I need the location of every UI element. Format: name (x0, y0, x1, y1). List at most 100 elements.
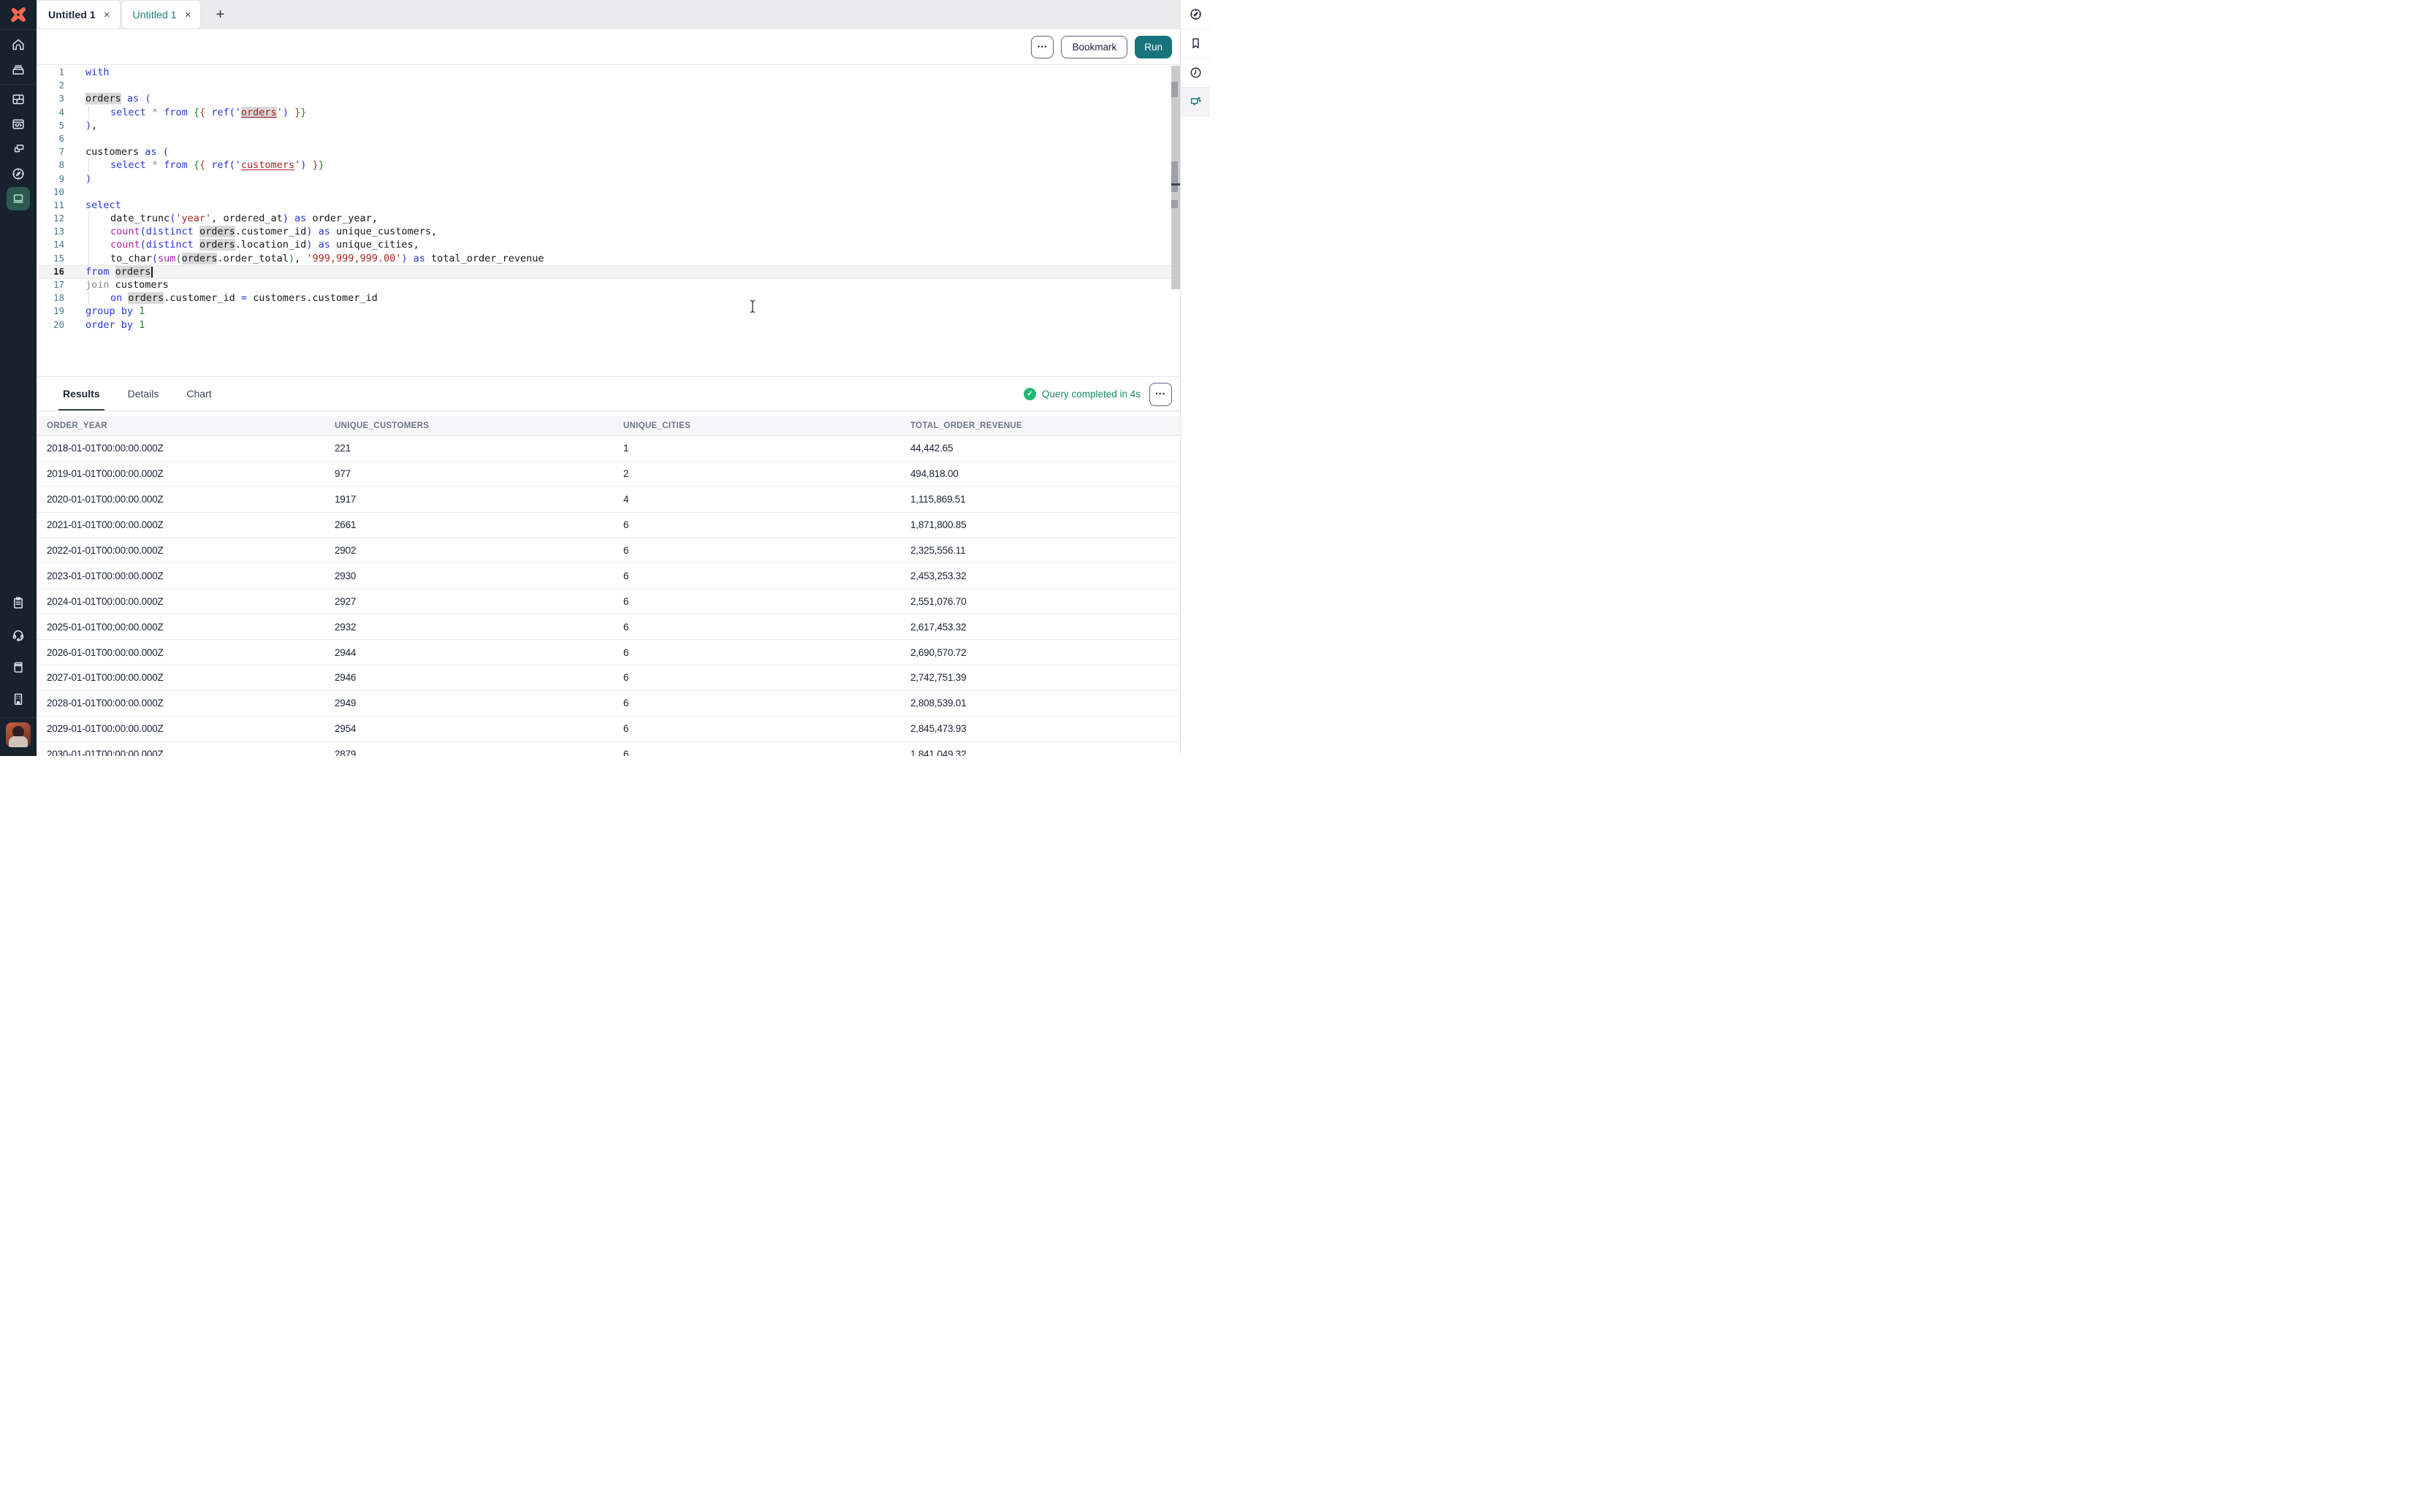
sql-editor[interactable]: 1234567891011121314151617181920 withorde… (37, 64, 1180, 376)
code-line-14[interactable]: count(distinct orders.location_id) as un… (85, 238, 1165, 251)
code-line-17[interactable]: join customers (85, 278, 1165, 291)
table-cell[interactable]: 2879 (324, 749, 613, 756)
code-line-15[interactable]: to_char(sum(orders.order_total), '999,99… (85, 252, 1165, 265)
results-more-button[interactable]: ••• (1149, 383, 1172, 406)
code-line-3[interactable]: orders as ( (85, 92, 1165, 105)
table-cell[interactable]: 221 (324, 443, 613, 454)
table-cell[interactable]: 2029-01-01T00:00:00.000Z (37, 723, 324, 734)
table-cell[interactable]: 1 (613, 443, 900, 454)
sidebar-item-projects[interactable] (0, 57, 37, 82)
table-cell[interactable]: 1,841,049.32 (900, 749, 1180, 756)
code-lines[interactable]: withorders as (select * from {{ ref('ord… (85, 66, 1165, 332)
sidebar-item-apps[interactable] (0, 87, 37, 112)
right-rail-item-bookmark[interactable] (1181, 29, 1210, 58)
tab-untitled-2[interactable]: Untitled 1 × (121, 0, 202, 29)
table-row[interactable]: 2022-01-01T00:00:00.000Z290262,325,556.1… (37, 538, 1180, 564)
code-line-11[interactable]: select (85, 199, 1165, 212)
table-cell[interactable]: 2020-01-01T00:00:00.000Z (37, 494, 324, 505)
right-rail-item-history-clock[interactable] (1181, 58, 1210, 88)
table-cell[interactable]: 2 (613, 468, 900, 479)
table-row[interactable]: 2026-01-01T00:00:00.000Z294462,690,570.7… (37, 640, 1180, 665)
table-cell[interactable]: 2946 (324, 672, 613, 683)
table-cell[interactable]: 6 (613, 698, 900, 709)
table-cell[interactable]: 1,871,800.85 (900, 519, 1180, 530)
sidebar-item-compass[interactable] (0, 161, 37, 186)
table-cell[interactable]: 4 (613, 494, 900, 505)
code-line-7[interactable]: customers as ( (85, 145, 1165, 159)
right-rail-item-compass[interactable] (1181, 0, 1210, 29)
table-cell[interactable]: 2,453,253.32 (900, 570, 1180, 581)
table-cell[interactable]: 2026-01-01T00:00:00.000Z (37, 647, 324, 658)
user-avatar[interactable] (6, 722, 31, 747)
table-cell[interactable]: 2,551,076.70 (900, 596, 1180, 607)
sidebar-item-windows[interactable] (0, 137, 37, 161)
table-cell[interactable]: 2028-01-01T00:00:00.000Z (37, 698, 324, 709)
run-button[interactable]: Run (1135, 36, 1172, 58)
table-cell[interactable]: 2944 (324, 647, 613, 658)
table-cell[interactable]: 2021-01-01T00:00:00.000Z (37, 519, 324, 530)
scrollbar-thumb[interactable] (1171, 82, 1178, 97)
code-line-10[interactable] (85, 186, 1165, 199)
code-line-16[interactable]: from orders (85, 265, 1165, 278)
close-icon[interactable]: × (102, 8, 112, 22)
column-header[interactable]: UNIQUE_CUSTOMERS (324, 421, 613, 430)
table-row[interactable]: 2027-01-01T00:00:00.000Z294662,742,751.3… (37, 665, 1180, 691)
table-cell[interactable]: 6 (613, 672, 900, 683)
code-line-18[interactable]: on orders.customer_id = customers.custom… (85, 291, 1165, 305)
table-row[interactable]: 2029-01-01T00:00:00.000Z295462,845,473.9… (37, 717, 1180, 742)
table-cell[interactable]: 2954 (324, 723, 613, 734)
table-cell[interactable]: 2019-01-01T00:00:00.000Z (37, 468, 324, 479)
code-line-5[interactable]: ), (85, 119, 1165, 132)
table-cell[interactable]: 2023-01-01T00:00:00.000Z (37, 570, 324, 581)
tab-details[interactable]: Details (123, 377, 164, 411)
code-line-6[interactable] (85, 132, 1165, 145)
code-line-13[interactable]: count(distinct orders.customer_id) as un… (85, 225, 1165, 238)
hex-logo[interactable] (0, 0, 37, 29)
sidebar-item-home[interactable] (0, 32, 37, 57)
table-row[interactable]: 2018-01-01T00:00:00.000Z221144,442.65 (37, 436, 1180, 462)
code-line-4[interactable]: select * from {{ ref('orders') }} (85, 106, 1165, 119)
sidebar-item-clipboard[interactable] (0, 587, 37, 619)
column-header[interactable]: UNIQUE_CITIES (613, 421, 900, 430)
tab-results[interactable]: Results (58, 377, 104, 411)
tab-chart[interactable]: Chart (182, 377, 216, 411)
editor-scrollbar[interactable] (1171, 66, 1180, 289)
table-cell[interactable]: 2902 (324, 545, 613, 556)
table-cell[interactable]: 494,818.00 (900, 468, 1180, 479)
table-cell[interactable]: 2,325,556.11 (900, 545, 1180, 556)
sidebar-item-building[interactable] (0, 683, 37, 715)
table-cell[interactable]: 6 (613, 647, 900, 658)
scrollbar-thumb[interactable] (1171, 161, 1178, 192)
table-cell[interactable]: 2,808,539.01 (900, 698, 1180, 709)
table-cell[interactable]: 6 (613, 596, 900, 607)
table-cell[interactable]: 2022-01-01T00:00:00.000Z (37, 545, 324, 556)
table-cell[interactable]: 1,115,869.51 (900, 494, 1180, 505)
table-cell[interactable]: 977 (324, 468, 613, 479)
code-line-20[interactable]: order by 1 (85, 318, 1165, 332)
column-header[interactable]: TOTAL_ORDER_REVENUE (900, 421, 1180, 430)
table-cell[interactable]: 2661 (324, 519, 613, 530)
sidebar-item-notebook[interactable] (0, 186, 37, 211)
table-row[interactable]: 2030-01-01T00:00:00.000Z287961,841,049.3… (37, 742, 1180, 756)
table-cell[interactable]: 2024-01-01T00:00:00.000Z (37, 596, 324, 607)
table-cell[interactable]: 6 (613, 545, 900, 556)
table-cell[interactable]: 2,845,473.93 (900, 723, 1180, 734)
more-options-button[interactable]: ••• (1031, 36, 1054, 58)
bookmark-button[interactable]: Bookmark (1061, 36, 1127, 58)
table-cell[interactable]: 2,690,570.72 (900, 647, 1180, 658)
table-row[interactable]: 2023-01-01T00:00:00.000Z293062,453,253.3… (37, 563, 1180, 589)
table-row[interactable]: 2028-01-01T00:00:00.000Z294962,808,539.0… (37, 691, 1180, 717)
table-cell[interactable]: 2,742,751.39 (900, 672, 1180, 683)
close-icon[interactable]: × (183, 8, 193, 22)
table-cell[interactable]: 6 (613, 519, 900, 530)
new-tab-button[interactable]: + (209, 4, 231, 26)
table-cell[interactable]: 2025-01-01T00:00:00.000Z (37, 622, 324, 633)
column-header[interactable]: ORDER_YEAR (37, 421, 324, 430)
table-cell[interactable]: 2027-01-01T00:00:00.000Z (37, 672, 324, 683)
table-cell[interactable]: 2932 (324, 622, 613, 633)
table-row[interactable]: 2025-01-01T00:00:00.000Z293262,617,453.3… (37, 614, 1180, 640)
table-cell[interactable]: 6 (613, 622, 900, 633)
tab-untitled-1[interactable]: Untitled 1 × (37, 0, 121, 29)
right-rail-item-ai-assistant[interactable] (1181, 88, 1210, 117)
code-line-2[interactable] (85, 79, 1165, 92)
